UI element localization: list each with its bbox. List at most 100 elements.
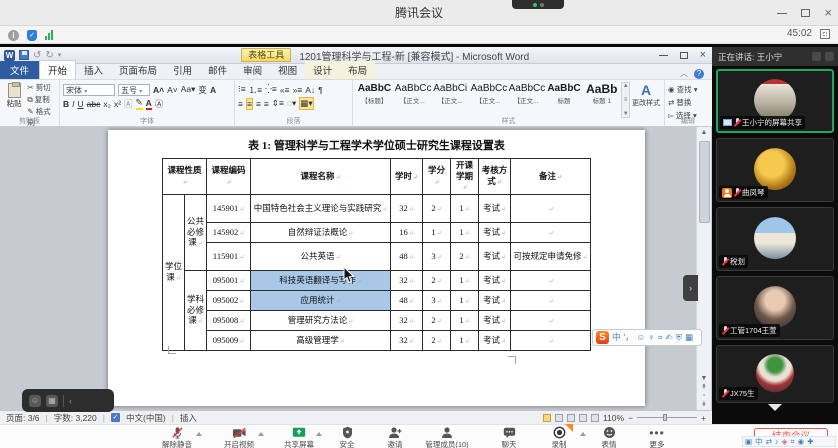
ime-chinese-mode-icon[interactable]: 中 xyxy=(612,330,621,345)
ime-color-icon[interactable]: ◈ xyxy=(782,437,788,446)
panel-expand-icon[interactable]: › xyxy=(683,275,698,301)
line-spacing-icon[interactable]: ⇕≡ xyxy=(272,98,284,109)
find-button[interactable]: ◉ 查找 ▾ xyxy=(668,84,708,95)
grow-font-icon[interactable]: A˄ xyxy=(153,85,164,95)
table-row[interactable]: 145902 自然辩证法概论 16 1 1 考试 xyxy=(162,222,590,242)
table-row[interactable]: 095002 应用统计 48 3 1 考试 xyxy=(162,290,590,310)
invite-button[interactable]: 邀请 xyxy=(368,426,422,448)
tab-table-design[interactable]: 设计 xyxy=(305,61,340,79)
meeting-collapsed-tab[interactable] xyxy=(512,0,564,9)
ime-mode-icon[interactable]: ⇄ xyxy=(766,437,772,446)
insert-mode[interactable]: 插入 xyxy=(180,412,197,424)
spellcheck-icon[interactable]: ✓ xyxy=(111,413,120,422)
word-minimize-icon[interactable] xyxy=(659,55,668,56)
phonetic-guide-icon[interactable]: 变 xyxy=(198,84,207,96)
ime-settings-icon[interactable]: ✚ xyxy=(807,437,813,446)
document-page[interactable]: 表 1: 管理科学与工程学术学位硕士研究生课程设置表 课程性质 课程编码 课程名… xyxy=(108,130,645,406)
fullscreen-view-icon[interactable] xyxy=(555,414,563,422)
windows-ime-bar[interactable]: ▣ 中 ⇄ ♪ ◈ ⌗ ◉ ✚ xyxy=(742,436,836,447)
record-button[interactable]: 录制 xyxy=(532,426,586,448)
ime-pane-icon[interactable]: ▣ xyxy=(745,437,752,446)
participant-tile[interactable]: 曲凤琴 xyxy=(716,138,834,202)
multilevel-list-icon[interactable]: ⁛≡ xyxy=(265,84,277,95)
tab-insert[interactable]: 插入 xyxy=(76,61,111,79)
start-video-button[interactable]: 开启视频 xyxy=(212,426,266,448)
italic-icon[interactable]: I xyxy=(72,99,74,109)
manage-members-button[interactable]: 管理成员(10) xyxy=(420,426,474,448)
text-effects-icon[interactable]: 🄰 xyxy=(124,98,133,110)
participant-tile[interactable]: 税划 xyxy=(716,207,834,271)
video-options-icon[interactable] xyxy=(258,432,264,436)
ime-voice-icon[interactable]: ♆ xyxy=(648,330,654,345)
style-item[interactable]: AaBbC【标题】 xyxy=(356,82,393,106)
table-row[interactable]: 095008 管理研究方法论 32 2 1 考试 xyxy=(162,310,590,330)
tab-file[interactable]: 文件 xyxy=(0,61,39,79)
redo-icon[interactable]: ↻ xyxy=(45,50,53,61)
zoom-level[interactable]: 110% xyxy=(603,413,624,423)
word-count[interactable]: 字数: 3,220 xyxy=(54,412,97,424)
layout-grid-icon[interactable] xyxy=(812,52,821,61)
reactions-button[interactable]: 表情 xyxy=(582,426,636,448)
style-item[interactable]: AaBbCi【正文... xyxy=(432,82,469,106)
word-close-icon[interactable]: × xyxy=(700,49,706,61)
ime-handwriting-icon[interactable]: ✍ xyxy=(666,330,673,345)
ime-search-icon[interactable]: ◉ xyxy=(798,437,805,446)
copy-button[interactable]: ⧉ 复制 xyxy=(27,94,56,105)
align-right-icon[interactable]: ≡ xyxy=(256,99,261,109)
document-scrollbar[interactable]: ▲ › ▼ ↟ ◦ ↡ xyxy=(696,127,711,410)
more-button[interactable]: ••• 更多 xyxy=(630,426,684,448)
style-item[interactable]: AaBbC标题 xyxy=(546,82,583,106)
next-page-icon[interactable]: ↡ xyxy=(697,400,711,408)
sogou-logo-icon[interactable]: S xyxy=(596,331,609,344)
superscript-icon[interactable]: x² xyxy=(114,99,121,109)
change-case-icon[interactable]: Aa▾ xyxy=(181,84,196,95)
share-screen-button[interactable]: 共享屏幕 xyxy=(272,426,326,448)
tab-mailings[interactable]: 邮件 xyxy=(200,61,235,79)
chat-button[interactable]: 聊天 xyxy=(482,426,536,448)
scroll-more-participants-icon[interactable] xyxy=(768,404,782,411)
language-indicator[interactable]: 中文(中国) xyxy=(126,412,166,424)
style-item[interactable]: AaBbCc【正文... xyxy=(508,82,545,106)
scroll-down-icon[interactable]: ▼ xyxy=(697,375,711,382)
text-highlight-icon[interactable]: ✎ xyxy=(136,97,143,110)
word-restore-icon[interactable] xyxy=(680,52,688,59)
sogou-ime-toolbar[interactable]: S 中 '， ☺ ♆ ⌗ ✍ ⛨ ▦ xyxy=(592,329,702,346)
reaction-icon[interactable]: ☺ xyxy=(29,395,41,407)
outline-view-icon[interactable] xyxy=(579,414,587,422)
draft-view-icon[interactable] xyxy=(591,414,599,422)
zoom-slider[interactable] xyxy=(637,417,697,418)
strikethrough-icon[interactable]: abc xyxy=(87,99,101,109)
tab-view[interactable]: 视图 xyxy=(270,61,305,79)
document-area[interactable]: 表 1: 管理科学与工程学术学位硕士研究生课程设置表 课程性质 课程编码 课程名… xyxy=(0,127,712,410)
align-center-icon[interactable]: ≡ xyxy=(246,98,253,110)
security-button[interactable]: 安全 xyxy=(320,426,374,448)
table-row[interactable]: 115901 公共英语 48 3 2 考试 可按规定申请免修 xyxy=(162,242,590,270)
shading-icon[interactable]: ◌▾ xyxy=(287,98,296,109)
table-row[interactable]: 学位课 公共必修课 145901 中国特色社会主义理论与实践研究 32 2 1 … xyxy=(162,194,590,222)
tab-review[interactable]: 审阅 xyxy=(235,61,270,79)
meeting-floating-bubble[interactable]: ☺ ▦ ‹ xyxy=(22,389,114,412)
font-color-icon[interactable]: A xyxy=(146,98,152,110)
shield-icon[interactable]: ✓ xyxy=(27,30,37,41)
ime-toolbox-icon[interactable]: ▦ xyxy=(685,330,693,345)
numbering-icon[interactable]: ⒈≡ xyxy=(249,84,262,96)
enclose-characters-icon[interactable]: Ⓐ xyxy=(155,98,164,110)
underline-icon[interactable]: U xyxy=(78,99,84,109)
info-icon[interactable]: i xyxy=(8,30,19,41)
replace-button[interactable]: ⇄ 替换 xyxy=(668,97,708,108)
tab-table-layout[interactable]: 布局 xyxy=(340,61,375,79)
mic-options-icon[interactable] xyxy=(196,432,202,436)
unmute-button[interactable]: 解除静音 xyxy=(150,426,204,448)
shrink-font-icon[interactable]: A˅ xyxy=(167,85,178,95)
table-row[interactable]: 095009 高级管理学 32 2 1 考试 xyxy=(162,330,590,350)
fullscreen-icon[interactable] xyxy=(820,29,830,39)
table-row[interactable]: 学科必修课 095001 科技英语翻译与写作 32 2 1 考试 xyxy=(162,270,590,290)
undo-icon[interactable]: ↺ xyxy=(33,50,41,61)
participant-tile[interactable]: 工管1704王萱 xyxy=(716,276,834,340)
previous-page-icon[interactable]: ↟ xyxy=(697,383,711,391)
ime-emoji-icon[interactable]: ☺ xyxy=(637,330,646,345)
ime-skin-icon[interactable]: ⛨ xyxy=(676,330,682,345)
bullets-icon[interactable]: ⁝≡ xyxy=(238,84,246,95)
justify-icon[interactable]: ≡ xyxy=(264,99,269,109)
help-icon[interactable]: ? xyxy=(694,69,704,79)
